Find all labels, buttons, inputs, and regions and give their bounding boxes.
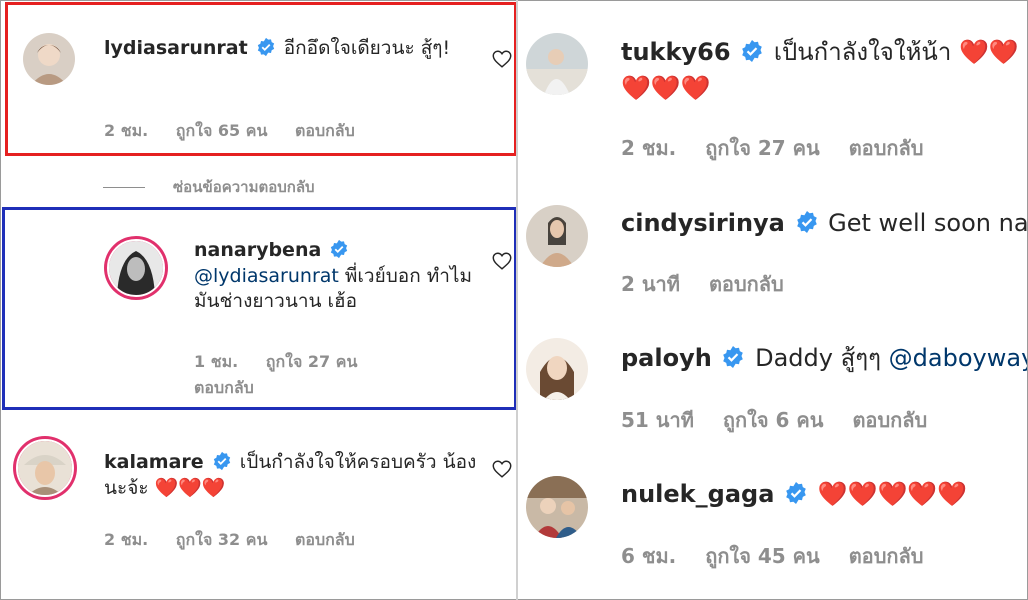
- comment-time: 2 นาที: [621, 272, 680, 296]
- avatar[interactable]: [526, 33, 588, 95]
- comment-time: 51 นาที: [621, 408, 694, 432]
- comment-text: Get well soon naja: [828, 209, 1027, 237]
- hide-replies-line: [103, 187, 145, 188]
- verified-badge-icon: [257, 37, 274, 57]
- avatar[interactable]: [526, 338, 588, 400]
- avatar[interactable]: [13, 436, 77, 500]
- heart-emoji-icons: ❤️❤️❤️: [154, 476, 226, 499]
- hide-replies-button[interactable]: ซ่อนข้อความตอบกลับ: [103, 175, 315, 199]
- heart-outline-icon[interactable]: [491, 250, 513, 272]
- left-comments-panel: lydiasarunrat อีกอึดใจเดียวนะ สู้ๆ! 2 ชม…: [1, 0, 516, 600]
- comment-likes[interactable]: ถูกใจ 27 คน: [266, 352, 358, 371]
- reply-button[interactable]: ตอบกลับ: [295, 121, 355, 140]
- avatar[interactable]: [104, 236, 168, 300]
- heart-outline-icon[interactable]: [491, 458, 513, 480]
- comment-likes[interactable]: ถูกใจ 45 คน: [705, 544, 820, 568]
- comment-likes[interactable]: ถูกใจ 65 คน: [176, 121, 268, 140]
- comment-username[interactable]: lydiasarunrat: [104, 37, 248, 59]
- comment-username[interactable]: kalamare: [104, 451, 204, 473]
- heart-emoji-icons: ❤️❤️❤️❤️❤️: [817, 480, 968, 508]
- comment-text: อีกอึดใจเดียวนะ สู้ๆ!: [283, 37, 451, 59]
- comment-username[interactable]: paloyh: [621, 344, 712, 372]
- verified-badge-icon: [796, 211, 817, 233]
- comment-time: 6 ชม.: [621, 544, 677, 568]
- hide-replies-label: ซ่อนข้อความตอบกลับ: [173, 178, 315, 196]
- avatar[interactable]: [526, 205, 588, 267]
- comment-likes[interactable]: ถูกใจ 6 คน: [723, 408, 824, 432]
- comment-time: 2 ชม.: [104, 530, 149, 549]
- verified-badge-icon: [786, 482, 806, 504]
- reply-button[interactable]: ตอบกลับ: [852, 408, 927, 432]
- comment-username[interactable]: tukky66: [621, 38, 731, 66]
- comment-text: Daddy สู้ๆๆ: [755, 344, 882, 372]
- reply-button[interactable]: ตอบกลับ: [849, 136, 924, 160]
- reply-button[interactable]: ตอบกลับ: [849, 544, 924, 568]
- avatar[interactable]: [526, 476, 588, 538]
- heart-outline-icon[interactable]: [491, 48, 513, 70]
- verified-badge-icon: [742, 40, 762, 62]
- avatar[interactable]: [23, 33, 75, 85]
- verified-badge-icon: [213, 451, 230, 471]
- comment-time: 1 ชม.: [194, 352, 239, 371]
- comment-mention[interactable]: @daboyway: [889, 344, 1027, 372]
- comment-username[interactable]: cindysirinya: [621, 209, 785, 237]
- heart-emoji-icons: ❤️❤️: [958, 38, 1019, 66]
- reply-button[interactable]: ตอบกลับ: [295, 530, 355, 549]
- reply-button[interactable]: ตอบกลับ: [709, 272, 784, 296]
- comment-mention[interactable]: @lydiasarunrat: [194, 265, 339, 287]
- comment-time: 2 ชม.: [104, 121, 149, 140]
- comment-likes[interactable]: ถูกใจ 27 คน: [705, 136, 820, 160]
- comment-username[interactable]: nanarybena: [194, 239, 321, 261]
- heart-emoji-icons: ❤️❤️❤️: [621, 74, 711, 102]
- verified-badge-icon: [331, 239, 348, 259]
- comment-time: 2 ชม.: [621, 136, 677, 160]
- reply-button[interactable]: ตอบกลับ: [194, 378, 254, 397]
- comment-username[interactable]: nulek_gaga: [621, 480, 774, 508]
- right-comments-panel: tukky66 เป็นกำลังใจให้น้า ❤️❤️ ❤️❤️❤️ 2 …: [518, 0, 1027, 600]
- comment-text: เป็นกำลังใจให้น้า: [773, 38, 952, 66]
- comment-likes[interactable]: ถูกใจ 32 คน: [176, 530, 268, 549]
- verified-badge-icon: [723, 346, 744, 368]
